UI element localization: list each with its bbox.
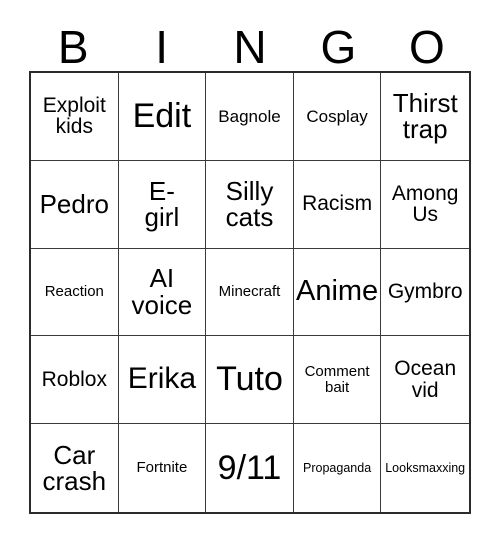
bingo-cell-r3c4[interactable]: Anime	[293, 248, 382, 337]
bingo-cell-r4c4[interactable]: Comment bait	[293, 336, 382, 425]
bingo-cell-r4c1[interactable]: Roblox	[31, 336, 119, 425]
bingo-cell-label: AI voice	[131, 263, 193, 320]
bingo-cell-r1c1[interactable]: Exploit kids	[31, 73, 119, 161]
bingo-cell-label: Exploit kids	[42, 93, 106, 139]
bingo-cell-label: Fortnite	[136, 459, 188, 477]
bingo-cell-label: Car crash	[42, 439, 107, 497]
bingo-header-letter-o: O	[408, 21, 445, 73]
bingo-cell-label: Edit	[132, 97, 192, 136]
bingo-grid: Exploit kids Edit Bagnole Cosplay Thirst tra…	[29, 71, 471, 514]
bingo-cell-r5c1[interactable]: Car crash	[31, 424, 119, 512]
bingo-cell-r5c3[interactable]: 9/11	[206, 424, 294, 512]
bingo-cell-r1c3[interactable]: Bagnole	[206, 73, 294, 161]
bingo-cell-label: Bagnole	[218, 106, 281, 126]
bingo-card: B I N G O Exploit kids Edit Bagnole Cosplay…	[0, 0, 500, 544]
bingo-cell-r4c2[interactable]: Erika	[118, 336, 207, 425]
bingo-cell-r2c2[interactable]: E- girl	[118, 160, 207, 249]
bingo-cell-label: Minecraft	[218, 283, 281, 301]
bingo-cell-label: Roblox	[41, 368, 107, 392]
bingo-cell-label: Thirst trap	[392, 87, 458, 145]
bingo-cell-label: Anime	[295, 275, 379, 308]
bingo-cell-r3c3[interactable]: Minecraft	[206, 248, 294, 337]
bingo-cell-label: Looksmaxxing	[385, 460, 466, 475]
bingo-cell-r4c3[interactable]: Tuto	[206, 336, 294, 425]
bingo-cell-r1c5[interactable]: Thirst trap	[381, 73, 469, 161]
bingo-header-letter-g: G	[320, 21, 357, 73]
bingo-cell-label: E- girl	[144, 175, 180, 233]
bingo-cell-r5c2[interactable]: Fortnite	[118, 424, 207, 512]
bingo-cell-label: Cosplay	[306, 106, 368, 126]
bingo-cell-label: Ocean vid	[394, 357, 457, 402]
bingo-cell-r3c1[interactable]: Reaction	[31, 248, 119, 337]
bingo-cell-label: Comment bait	[304, 363, 370, 396]
bingo-cell-r5c5[interactable]: Looksmaxxing	[381, 424, 469, 512]
bingo-cell-label: Gymbro	[387, 280, 463, 304]
bingo-header-letter-b: B	[57, 21, 89, 73]
bingo-header-letter-n: N	[233, 21, 267, 73]
bingo-cell-label: Reaction	[44, 283, 104, 301]
bingo-cell-label: Pedro	[39, 188, 109, 219]
bingo-header-letter-i: I	[155, 21, 168, 73]
bingo-cell-label: 9/11	[217, 448, 282, 487]
bingo-cell-label: Erika	[127, 362, 197, 396]
bingo-cell-r4c5[interactable]: Ocean vid	[381, 336, 469, 425]
bingo-cell-r1c2[interactable]: Edit	[118, 73, 207, 161]
bingo-cell-label: Racism	[302, 192, 373, 216]
bingo-cell-r2c1[interactable]: Pedro	[31, 160, 119, 249]
bingo-cell-r2c5[interactable]: Among Us	[381, 160, 469, 249]
bingo-header-row: B I N G O	[29, 16, 471, 71]
bingo-cell-r2c3[interactable]: Silly cats	[206, 160, 294, 249]
bingo-cell-r3c2[interactable]: AI voice	[118, 248, 207, 337]
bingo-cell-r5c4[interactable]: Propaganda	[293, 424, 382, 512]
bingo-cell-r1c4[interactable]: Cosplay	[293, 73, 382, 161]
bingo-cell-label: Among Us	[391, 181, 459, 227]
bingo-cell-label: Propaganda	[303, 460, 372, 475]
bingo-cell-label: Tuto	[216, 360, 283, 399]
bingo-cell-label: Silly cats	[225, 175, 274, 233]
bingo-cell-r3c5[interactable]: Gymbro	[381, 248, 469, 337]
bingo-cell-r2c4[interactable]: Racism	[293, 160, 382, 249]
